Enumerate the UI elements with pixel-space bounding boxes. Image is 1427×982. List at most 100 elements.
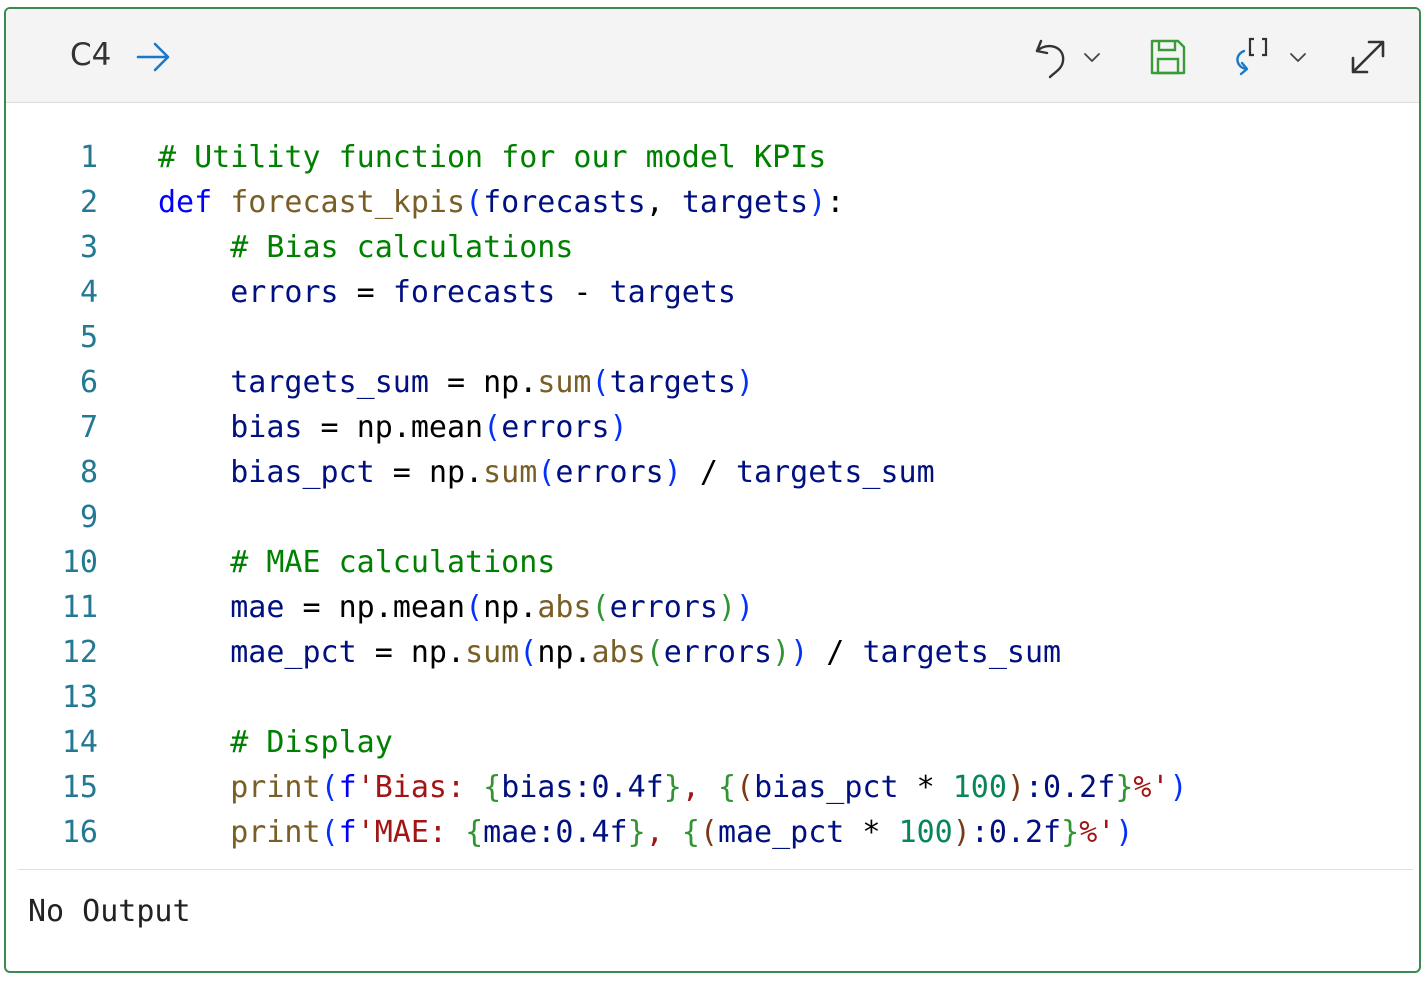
code-text: # Display bbox=[158, 720, 393, 765]
code-token: ( bbox=[519, 635, 538, 670]
line-number: 8 bbox=[79, 455, 98, 490]
code-line[interactable]: 7 bias = np.mean(errors) bbox=[6, 405, 1419, 450]
cell-toolbar: C4 bbox=[6, 9, 1419, 103]
code-token: = bbox=[356, 635, 411, 670]
code-token: , bbox=[645, 815, 682, 850]
code-line[interactable]: 3 # Bias calculations bbox=[6, 225, 1419, 270]
code-token: targets bbox=[609, 275, 736, 310]
line-number: 13 bbox=[61, 680, 98, 715]
code-text: targets_sum = np.sum(targets) bbox=[158, 360, 754, 405]
code-token: . bbox=[447, 635, 466, 670]
code-token: sum bbox=[483, 455, 538, 490]
code-token: np bbox=[356, 410, 393, 445]
code-token: ) bbox=[1006, 770, 1025, 805]
code-token: mae_pct bbox=[717, 815, 845, 850]
code-line[interactable]: 14 # Display bbox=[6, 720, 1419, 765]
code-token: %' bbox=[1133, 770, 1170, 805]
code-token: ( bbox=[736, 770, 755, 805]
line-number: 4 bbox=[79, 275, 98, 310]
code-line[interactable]: 13 bbox=[6, 675, 1419, 720]
code-token: targets_sum bbox=[862, 635, 1062, 670]
code-token: def bbox=[158, 185, 213, 220]
code-token: mean bbox=[410, 410, 484, 445]
code-token: errors bbox=[230, 275, 339, 310]
code-token: # Display bbox=[230, 725, 393, 760]
code-text: # Utility function for our model KPIs bbox=[158, 135, 826, 180]
code-token: abs bbox=[537, 590, 592, 625]
arrow-right-icon[interactable] bbox=[134, 39, 174, 79]
code-line[interactable]: 9 bbox=[6, 495, 1419, 540]
line-number: 3 bbox=[79, 230, 98, 265]
code-token: ) bbox=[772, 635, 791, 670]
variables-refresh-icon[interactable] bbox=[1230, 35, 1282, 83]
undo-icon[interactable] bbox=[1032, 37, 1072, 87]
code-token: = bbox=[374, 455, 429, 490]
code-token: ) bbox=[663, 455, 682, 490]
code-line[interactable]: 10 # MAE calculations bbox=[6, 540, 1419, 585]
code-token: : bbox=[826, 185, 845, 220]
code-token: ( bbox=[320, 815, 339, 850]
code-token: np bbox=[483, 365, 520, 400]
code-token: = bbox=[338, 275, 393, 310]
code-token: targets bbox=[681, 185, 809, 220]
line-number: 15 bbox=[61, 770, 98, 805]
code-token: ) bbox=[790, 635, 809, 670]
line-number: 7 bbox=[79, 410, 98, 445]
code-line[interactable]: 2 def forecast_kpis(forecasts, targets): bbox=[6, 180, 1419, 225]
code-token: . bbox=[573, 635, 592, 670]
code-line[interactable]: 6 targets_sum = np.sum(targets) bbox=[6, 360, 1419, 405]
code-token: :0.4f bbox=[537, 815, 628, 850]
line-number: 12 bbox=[61, 635, 98, 670]
code-line[interactable]: 12 mae_pct = np.sum(np.abs(errors)) / ta… bbox=[6, 630, 1419, 675]
code-token: ( bbox=[645, 635, 664, 670]
code-token: . bbox=[519, 590, 538, 625]
code-token: np bbox=[338, 590, 375, 625]
code-editor[interactable]: 1 # Utility function for our model KPIs 2 d… bbox=[6, 135, 1419, 855]
code-token: ) bbox=[717, 590, 736, 625]
code-token: forecasts bbox=[483, 185, 646, 220]
code-line[interactable]: 11 mae = np.mean(np.abs(errors)) bbox=[6, 585, 1419, 630]
code-token: } bbox=[1061, 815, 1080, 850]
code-token: errors bbox=[609, 590, 718, 625]
code-token: ) bbox=[736, 590, 755, 625]
code-line[interactable]: 15 print(f'Bias: {bias:0.4f}, {(bias_pct… bbox=[6, 765, 1419, 810]
code-token: np bbox=[410, 635, 447, 670]
code-text: bias_pct = np.sum(errors) / targets_sum bbox=[158, 450, 935, 495]
line-number: 1 bbox=[79, 140, 98, 175]
code-token: %' bbox=[1079, 815, 1116, 850]
expand-icon[interactable] bbox=[1348, 37, 1388, 81]
notebook-cell[interactable]: C4 1 # Utility function for our model KP… bbox=[4, 7, 1421, 973]
code-token: / bbox=[808, 635, 863, 670]
code-token: 'MAE: bbox=[356, 815, 466, 850]
save-icon[interactable] bbox=[1148, 37, 1188, 81]
code-token: ( bbox=[591, 365, 610, 400]
undo-chevron-down-icon[interactable] bbox=[1082, 49, 1102, 68]
variables-chevron-down-icon[interactable] bbox=[1288, 49, 1308, 68]
code-token: errors bbox=[501, 410, 610, 445]
code-token: bias_pct bbox=[230, 455, 375, 490]
code-token: ( bbox=[465, 590, 484, 625]
code-line[interactable]: 8 bias_pct = np.sum(errors) / targets_su… bbox=[6, 450, 1419, 495]
code-token: :0.2f bbox=[970, 815, 1062, 850]
code-token: - bbox=[555, 275, 610, 310]
code-token: targets_sum bbox=[736, 455, 935, 490]
code-token: = bbox=[284, 590, 339, 625]
code-line[interactable]: 5 bbox=[6, 315, 1419, 360]
code-token: mean bbox=[392, 590, 466, 625]
code-token: ( bbox=[699, 815, 718, 850]
output-divider bbox=[18, 869, 1413, 870]
line-number: 5 bbox=[79, 320, 98, 355]
code-token: . bbox=[519, 365, 538, 400]
code-line[interactable]: 1 # Utility function for our model KPIs bbox=[6, 135, 1419, 180]
code-line[interactable]: 4 errors = forecasts - targets bbox=[6, 270, 1419, 315]
code-token: = bbox=[428, 365, 484, 400]
code-token: forecasts bbox=[392, 275, 556, 310]
code-token: * bbox=[844, 815, 899, 850]
code-line[interactable]: 16 print(f'MAE: {mae:0.4f}, {(mae_pct * … bbox=[6, 810, 1419, 855]
